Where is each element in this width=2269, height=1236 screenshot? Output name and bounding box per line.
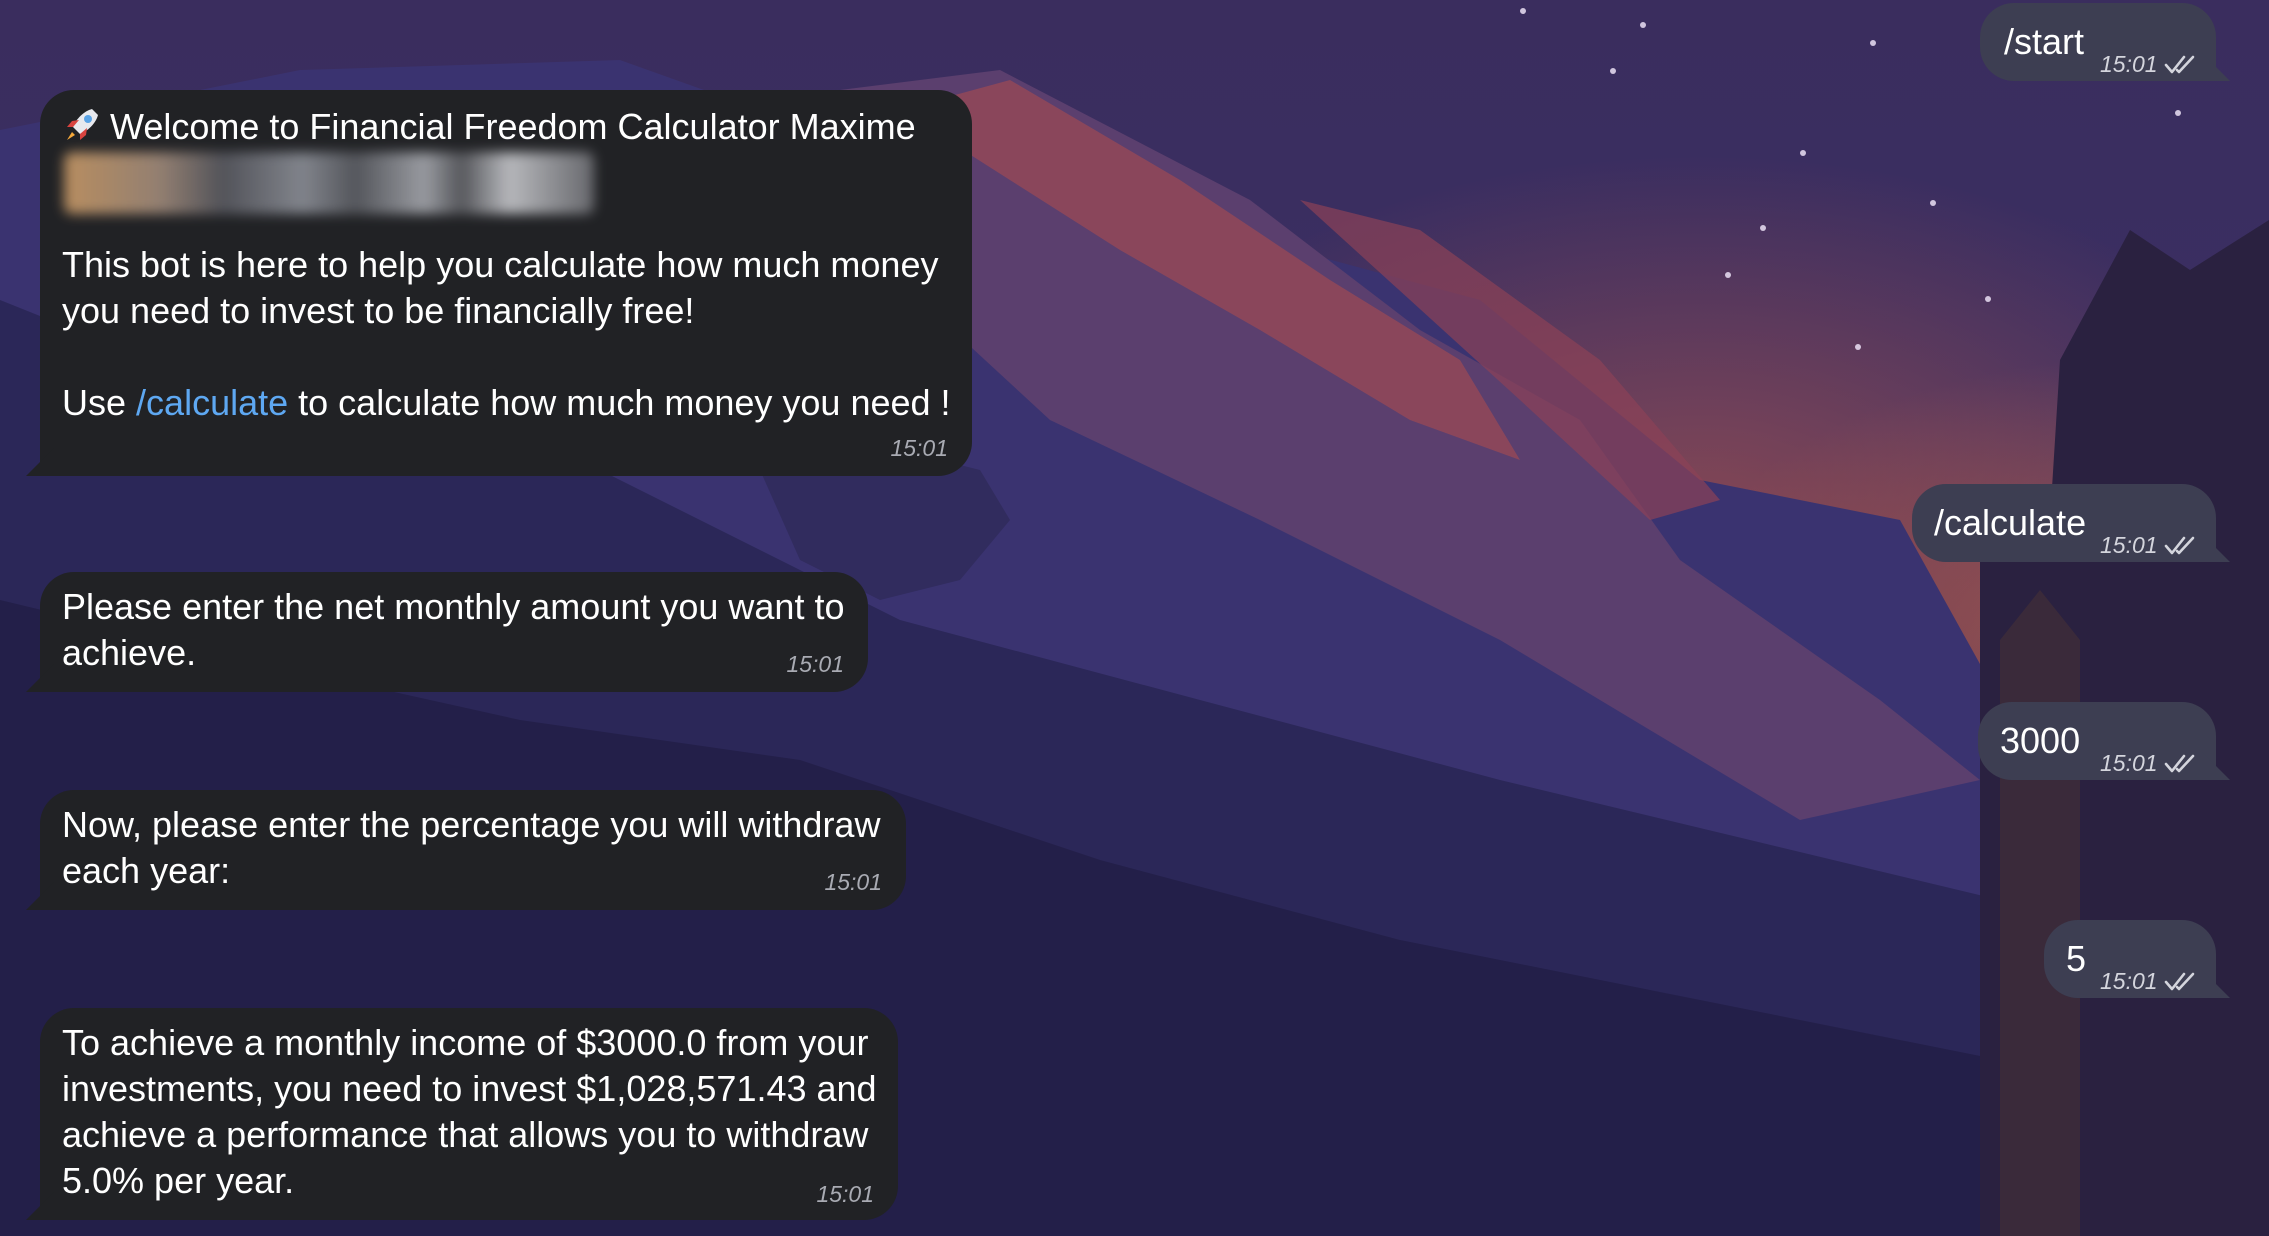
star (1930, 200, 1936, 206)
star (2175, 110, 2181, 116)
message-text: 3000 (2000, 720, 2081, 761)
star (1640, 22, 1646, 28)
outgoing-message-5[interactable]: 5 15:01 (2044, 920, 2216, 998)
message-text: Now, please enter the percentage you wil… (62, 804, 881, 891)
message-text: /start (2004, 21, 2085, 62)
message-time: 15:01 (786, 651, 844, 677)
welcome-title-row: Welcome to Financial Freedom Calculator … (62, 104, 916, 150)
instructions-suffix: to calculate how much money you need ! (298, 382, 951, 423)
message-meta: 15:01 (2100, 41, 2198, 87)
message-time: 15:01 (890, 435, 948, 461)
star (1725, 272, 1731, 278)
outgoing-message-start[interactable]: /start 15:01 (1980, 3, 2216, 81)
message-meta: 15:01 (2100, 958, 2198, 1004)
message-time: 15:01 (824, 869, 882, 895)
star (1800, 150, 1806, 156)
message-text: /calculate (1934, 502, 2087, 543)
message-text: 5 (2066, 938, 2087, 979)
star (1855, 344, 1861, 350)
outgoing-message-3000[interactable]: 3000 15:01 (1978, 702, 2216, 780)
incoming-message-amount-prompt[interactable]: Please enter the net monthly amount you … (40, 572, 868, 692)
star (1610, 68, 1616, 74)
double-check-icon (2164, 972, 2194, 991)
message-meta: 15:01 (2100, 740, 2198, 786)
message-text: To achieve a monthly income of $3000.0 f… (62, 1022, 877, 1201)
message-time: 15:01 (2100, 51, 2158, 77)
outgoing-message-calculate[interactable]: /calculate 15:01 (1912, 484, 2216, 562)
instructions-prefix: Use (62, 382, 127, 423)
message-text: Please enter the net monthly amount you … (62, 586, 845, 673)
star (1760, 225, 1766, 231)
message-time: 15:01 (2100, 532, 2158, 558)
double-check-icon (2164, 536, 2194, 555)
double-check-icon (2164, 55, 2194, 74)
message-meta: 15:01 (2100, 522, 2198, 568)
redacted-username (64, 152, 594, 214)
message-time: 15:01 (2100, 750, 2158, 776)
calculate-command-link[interactable]: /calculate (136, 382, 288, 423)
star (1520, 8, 1526, 14)
welcome-title: Welcome to Financial Freedom Calculator … (110, 106, 916, 147)
welcome-paragraph: This bot is here to help you calculate h… (62, 244, 939, 331)
incoming-message-percentage-prompt[interactable]: Now, please enter the percentage you wil… (40, 790, 906, 910)
double-check-icon (2164, 754, 2194, 773)
message-time: 15:01 (2100, 968, 2158, 994)
welcome-instructions: Use /calculate to calculate how much mon… (62, 380, 972, 426)
star (1870, 40, 1876, 46)
incoming-message-welcome[interactable]: Welcome to Financial Freedom Calculator … (40, 90, 972, 476)
star (1985, 296, 1991, 302)
incoming-message-result[interactable]: To achieve a monthly income of $3000.0 f… (40, 1008, 898, 1220)
message-time: 15:01 (816, 1181, 874, 1207)
rocket-emoji-icon (67, 109, 98, 140)
